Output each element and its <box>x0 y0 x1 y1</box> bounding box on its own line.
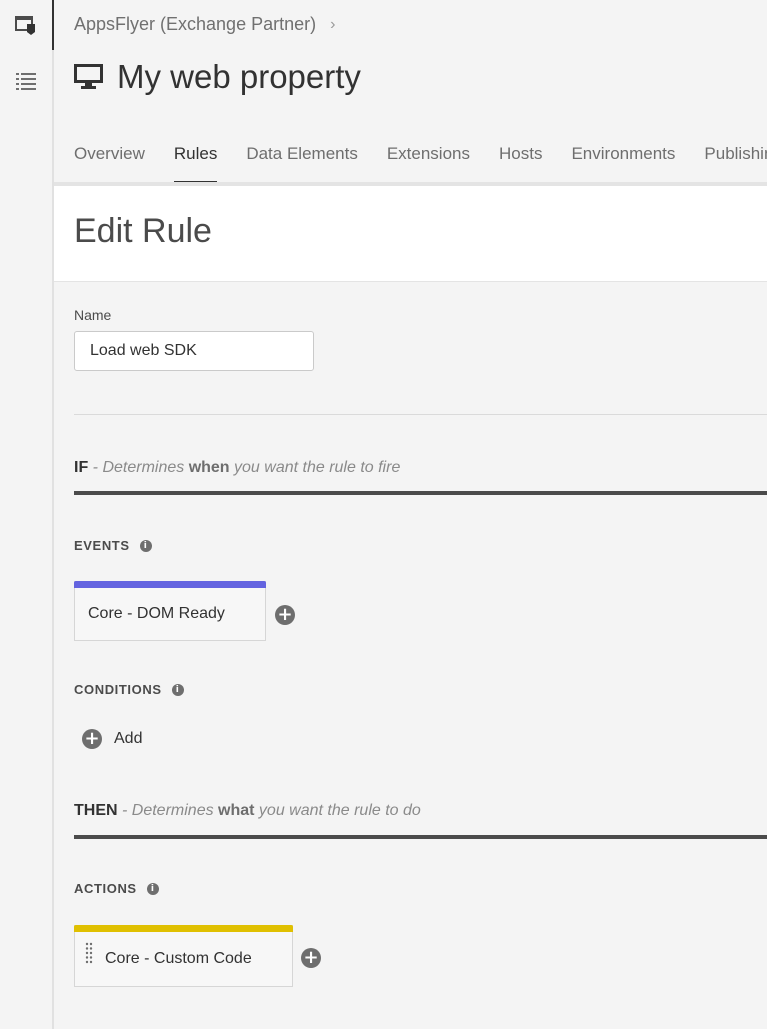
tab-overview[interactable]: Overview <box>74 140 145 184</box>
property-title: My web property <box>74 58 361 96</box>
info-icon[interactable]: i <box>146 882 159 895</box>
then-pre: - Determines <box>117 802 219 819</box>
breadcrumb: AppsFlyer (Exchange Partner) › <box>74 14 335 35</box>
chevron-right-icon: › <box>330 15 336 33</box>
action-name: Core - Custom Code <box>105 950 252 967</box>
conditions-label: CONDITIONS <box>74 682 162 697</box>
tab-publishing[interactable]: Publishing <box>704 140 767 184</box>
rail-property-button[interactable] <box>0 0 54 50</box>
if-divider <box>74 491 767 495</box>
plus-circle-icon: + <box>82 729 102 749</box>
divider <box>74 414 767 415</box>
add-condition-button[interactable]: + Add <box>82 729 142 749</box>
action-card[interactable]: Core - Custom Code <box>74 925 293 987</box>
rail-list-button[interactable] <box>0 56 52 106</box>
add-event-icon[interactable]: + <box>275 605 295 625</box>
name-label: Name <box>74 307 112 323</box>
if-pre: - Determines <box>88 459 189 476</box>
events-heading: EVENTS i <box>74 538 152 553</box>
if-post: you want the rule to fire <box>229 459 401 476</box>
info-icon[interactable]: i <box>139 539 152 552</box>
tab-environments[interactable]: Environments <box>571 140 675 184</box>
then-keyword: THEN <box>74 802 118 819</box>
page-header: Edit Rule <box>54 186 767 282</box>
actions-heading: ACTIONS i <box>74 881 159 896</box>
tab-hosts[interactable]: Hosts <box>499 140 542 184</box>
then-post: you want the rule to do <box>254 802 421 819</box>
event-color-bar <box>74 581 266 588</box>
property-name: My web property <box>117 58 361 95</box>
then-em: what <box>218 802 255 819</box>
drag-handle-icon[interactable] <box>85 942 93 964</box>
breadcrumb-company-link[interactable]: AppsFlyer (Exchange Partner) <box>74 14 316 35</box>
conditions-heading: CONDITIONS i <box>74 682 184 697</box>
then-divider <box>74 835 767 839</box>
left-rail <box>0 0 54 1029</box>
property-tabs: Overview Rules Data Elements Extensions … <box>74 140 767 184</box>
if-keyword: IF <box>74 459 89 476</box>
action-color-bar <box>74 925 293 932</box>
if-em: when <box>188 459 230 476</box>
tab-rules[interactable]: Rules <box>173 140 218 184</box>
if-clause: IF - Determines when you want the rule t… <box>74 459 400 477</box>
info-icon[interactable]: i <box>171 683 184 696</box>
list-icon <box>16 73 36 90</box>
tab-data-elements[interactable]: Data Elements <box>246 140 358 184</box>
rule-name-input[interactable] <box>74 331 314 371</box>
page-title: Edit Rule <box>74 212 212 250</box>
then-clause: THEN - Determines what you want the rule… <box>74 802 421 820</box>
actions-label: ACTIONS <box>74 881 137 896</box>
add-condition-label: Add <box>114 730 143 747</box>
event-name: Core - DOM Ready <box>88 605 225 622</box>
desktop-icon <box>74 64 103 89</box>
add-action-icon[interactable]: + <box>301 948 321 968</box>
events-label: EVENTS <box>74 538 130 553</box>
event-card[interactable]: Core - DOM Ready <box>74 581 266 641</box>
property-tag-icon <box>15 16 35 35</box>
tab-extensions[interactable]: Extensions <box>387 140 470 184</box>
